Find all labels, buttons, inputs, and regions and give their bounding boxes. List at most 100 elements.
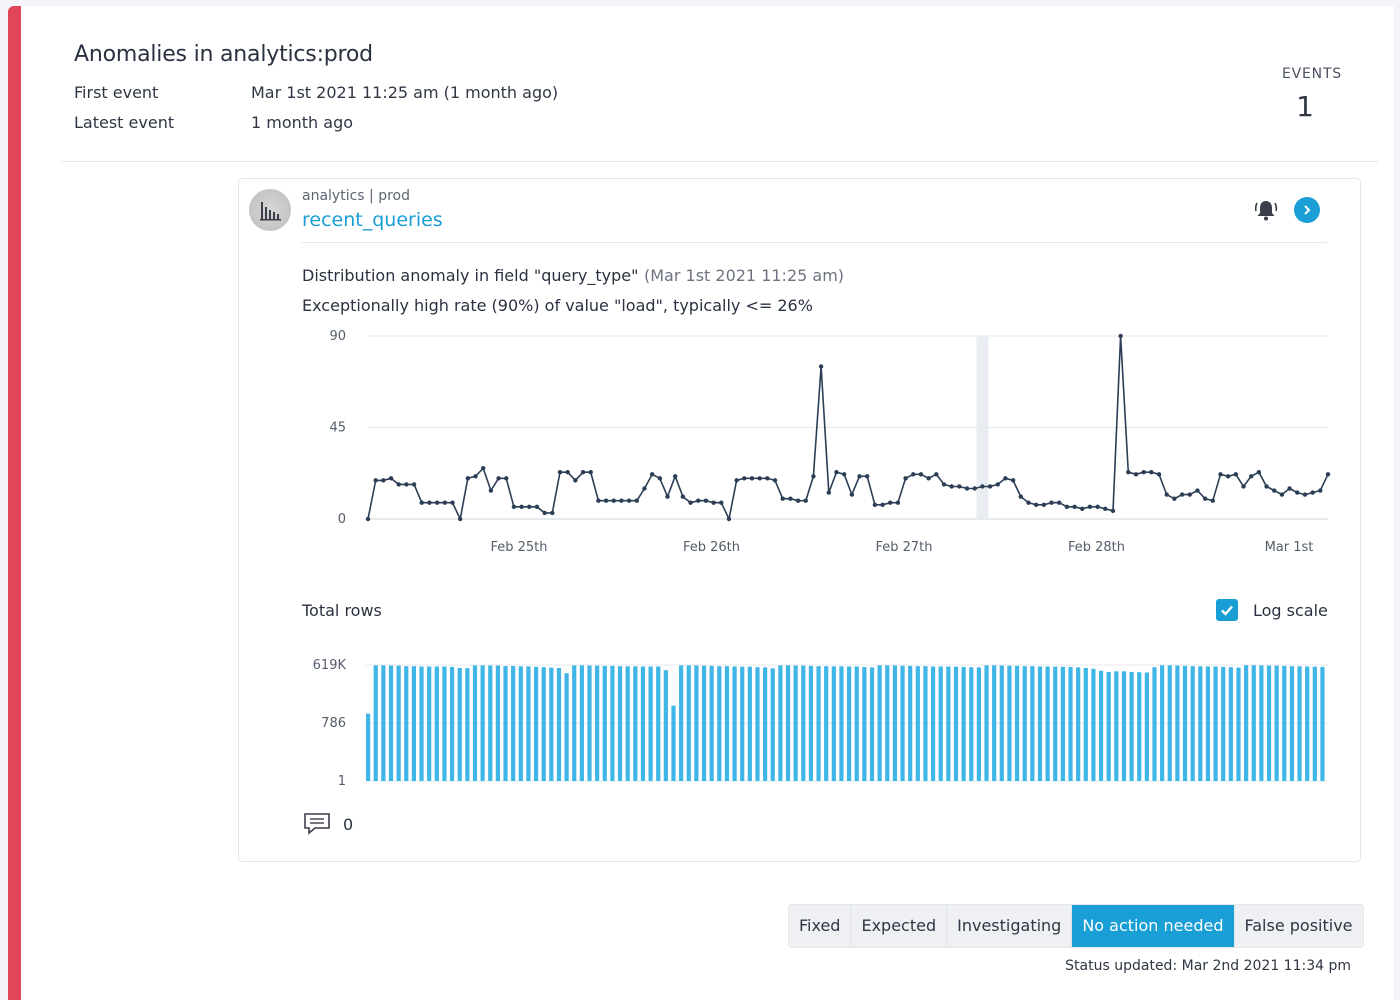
data-point bbox=[404, 482, 409, 487]
y-tick-label: 1 bbox=[338, 774, 346, 789]
data-point bbox=[519, 504, 524, 509]
data-point bbox=[542, 510, 547, 516]
data-point bbox=[1141, 470, 1146, 475]
bar bbox=[488, 665, 493, 781]
data-point bbox=[565, 470, 570, 475]
data-point bbox=[1172, 496, 1177, 501]
bar bbox=[656, 666, 661, 781]
bar bbox=[831, 666, 836, 781]
status-investigating-button[interactable]: Investigating bbox=[947, 905, 1073, 947]
bar bbox=[1106, 671, 1111, 781]
data-point bbox=[1110, 508, 1116, 514]
data-point bbox=[957, 484, 962, 489]
bar bbox=[1098, 670, 1104, 781]
bar bbox=[549, 667, 554, 781]
data-point bbox=[857, 474, 862, 479]
log-scale-checkbox[interactable] bbox=[1216, 599, 1238, 621]
bar bbox=[495, 665, 500, 781]
bar bbox=[1121, 671, 1127, 781]
data-point bbox=[411, 482, 417, 487]
data-point bbox=[434, 500, 440, 505]
data-point bbox=[972, 486, 977, 491]
data-point bbox=[1241, 484, 1246, 489]
data-point bbox=[1218, 472, 1223, 477]
data-point bbox=[742, 476, 747, 481]
data-point bbox=[1302, 492, 1308, 497]
data-point bbox=[450, 500, 455, 505]
data-point bbox=[373, 478, 378, 483]
data-point bbox=[634, 498, 639, 503]
data-point bbox=[934, 472, 939, 477]
data-point bbox=[365, 516, 371, 522]
bar bbox=[999, 665, 1004, 781]
data-point bbox=[511, 504, 517, 509]
data-point bbox=[865, 474, 870, 479]
bar bbox=[717, 666, 722, 781]
comment-icon[interactable] bbox=[303, 812, 331, 840]
y-tick-label: 0 bbox=[338, 512, 346, 527]
status-updated-text: Status updated: Mar 2nd 2021 11:34 pm bbox=[1065, 958, 1351, 974]
data-point bbox=[388, 476, 394, 481]
bar bbox=[862, 667, 867, 781]
data-point bbox=[442, 500, 447, 505]
data-point bbox=[911, 472, 916, 477]
bar bbox=[1083, 667, 1088, 781]
bar bbox=[892, 665, 898, 781]
data-point bbox=[588, 470, 593, 475]
bar bbox=[556, 667, 562, 781]
bar bbox=[465, 668, 470, 781]
comment-count: 0 bbox=[343, 815, 354, 834]
data-point bbox=[834, 470, 839, 475]
bar bbox=[732, 666, 737, 781]
bar bbox=[793, 665, 798, 781]
status-no-action-needed-button[interactable]: No action needed bbox=[1072, 905, 1235, 947]
data-point bbox=[381, 478, 386, 483]
data-point bbox=[780, 496, 785, 501]
bar bbox=[1037, 666, 1043, 781]
bar bbox=[1175, 665, 1180, 781]
data-point bbox=[995, 482, 1000, 487]
bar bbox=[679, 665, 684, 781]
data-point bbox=[1256, 470, 1262, 475]
data-point bbox=[757, 476, 762, 481]
bar bbox=[915, 666, 920, 781]
data-point bbox=[1133, 472, 1139, 477]
status-expected-button[interactable]: Expected bbox=[851, 905, 948, 947]
bar bbox=[1053, 666, 1058, 781]
status-fixed-button[interactable]: Fixed bbox=[789, 905, 852, 947]
data-point bbox=[795, 498, 801, 503]
log-scale-label[interactable]: Log scale bbox=[1253, 601, 1328, 620]
bar bbox=[747, 666, 752, 781]
bar bbox=[1076, 667, 1081, 781]
y-tick-label: 45 bbox=[329, 421, 346, 436]
data-point bbox=[557, 470, 563, 475]
bar bbox=[617, 666, 623, 781]
data-point bbox=[980, 484, 985, 489]
data-point bbox=[734, 478, 739, 483]
data-point bbox=[1310, 490, 1315, 495]
data-point bbox=[903, 476, 908, 481]
events-count-label: EVENTS bbox=[1282, 66, 1342, 82]
data-point bbox=[987, 484, 993, 489]
data-point bbox=[1225, 474, 1231, 479]
data-point bbox=[772, 478, 778, 483]
x-tick-label: Feb 28th bbox=[1068, 540, 1125, 555]
data-point bbox=[1087, 504, 1093, 509]
x-tick-label: Mar 1st bbox=[1265, 540, 1314, 555]
bar bbox=[564, 673, 569, 781]
bar bbox=[1266, 665, 1272, 781]
bar bbox=[541, 667, 546, 781]
data-point bbox=[1325, 472, 1331, 477]
bar bbox=[908, 665, 913, 781]
bar bbox=[427, 666, 432, 781]
data-point bbox=[427, 500, 432, 505]
bar bbox=[938, 666, 943, 781]
data-point bbox=[788, 496, 793, 501]
bar bbox=[579, 665, 584, 781]
data-point bbox=[1264, 484, 1269, 489]
bar bbox=[1297, 666, 1302, 781]
status-false-positive-button[interactable]: False positive bbox=[1235, 905, 1363, 947]
data-point bbox=[1080, 506, 1085, 512]
data-point bbox=[396, 482, 401, 487]
bar bbox=[847, 666, 852, 781]
